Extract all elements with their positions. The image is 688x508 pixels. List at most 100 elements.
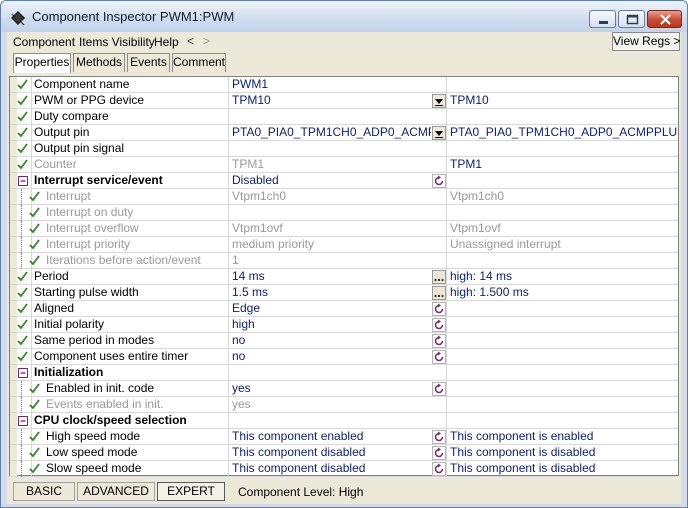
property-row[interactable]: Duty compare: [10, 109, 678, 125]
property-value[interactable]: This component disabled: [229, 461, 431, 476]
group-row[interactable]: CPU clock/speed selection: [10, 413, 678, 429]
property-value[interactable]: no: [229, 349, 431, 364]
check-icon[interactable]: [28, 205, 42, 220]
property-value[interactable]: no: [229, 333, 431, 348]
property-row[interactable]: Same period in modes no: [10, 333, 678, 349]
property-row[interactable]: Aligned Edge: [10, 301, 678, 317]
property-value[interactable]: high: [229, 317, 431, 332]
property-value[interactable]: Edge: [229, 301, 431, 316]
property-value[interactable]: [229, 109, 447, 124]
property-value[interactable]: This component enabled: [229, 429, 431, 444]
maximize-button[interactable]: [618, 10, 645, 28]
group-row[interactable]: Interrupt service/event Disabled: [10, 173, 678, 189]
property-row[interactable]: Period 14 ms high: 14 ms: [10, 269, 678, 285]
dropdown-arrow-icon[interactable]: [432, 126, 446, 140]
ellipsis-icon[interactable]: [432, 270, 446, 284]
tab-methods[interactable]: Methods: [73, 53, 125, 72]
check-icon[interactable]: [28, 445, 42, 460]
property-value[interactable]: 1.5 ms: [229, 285, 431, 300]
check-icon[interactable]: [28, 253, 42, 268]
property-row[interactable]: Interrupt priority medium priority Unassig…: [10, 237, 678, 253]
check-icon[interactable]: [16, 349, 30, 364]
check-icon[interactable]: [28, 381, 42, 396]
tab-properties[interactable]: Properties: [13, 53, 71, 73]
cycle-value-icon[interactable]: [432, 350, 446, 364]
property-row[interactable]: Component uses entire timer no: [10, 349, 678, 365]
property-value[interactable]: PTA0_PIA0_TPM1CH0_ADP0_ACMPPLU: [229, 125, 431, 140]
property-row[interactable]: Component name PWM1: [10, 77, 678, 93]
cycle-value-icon[interactable]: [432, 382, 446, 396]
check-icon[interactable]: [16, 285, 30, 300]
check-icon[interactable]: [16, 141, 30, 156]
cycle-value-icon[interactable]: [432, 318, 446, 332]
cycle-value-icon[interactable]: [432, 430, 446, 444]
level-basic-button[interactable]: BASIC: [13, 482, 75, 501]
level-expert-button[interactable]: EXPERT: [157, 482, 225, 501]
title-bar[interactable]: Component Inspector PWM1:PWM: [1, 1, 687, 32]
property-row[interactable]: Output pin signal: [10, 141, 678, 157]
check-icon[interactable]: [16, 93, 30, 108]
check-icon[interactable]: [16, 77, 30, 92]
tab-comment[interactable]: Comment: [172, 53, 226, 72]
collapse-toggle-icon[interactable]: [16, 413, 30, 428]
property-value[interactable]: TPM10: [229, 93, 431, 108]
check-icon[interactable]: [16, 317, 30, 332]
property-row[interactable]: High speed mode This component enabled Thi…: [10, 429, 678, 445]
cycle-value-icon[interactable]: [432, 302, 446, 316]
property-row[interactable]: Interrupt on duty: [10, 205, 678, 221]
property-row[interactable]: Slow speed mode This component disabled Th…: [10, 461, 678, 477]
cycle-value-icon[interactable]: [432, 174, 446, 188]
property-row[interactable]: Low speed mode This component disabled Thi…: [10, 445, 678, 461]
collapse-toggle-icon[interactable]: [16, 365, 30, 380]
property-value[interactable]: This component disabled: [229, 445, 431, 460]
menu-help[interactable]: Help: [154, 35, 179, 49]
ellipsis-icon[interactable]: [432, 286, 446, 300]
view-regs-button[interactable]: View Regs >: [612, 32, 680, 51]
menu-items-visibility[interactable]: Items Visibility: [79, 35, 155, 49]
property-value[interactable]: [229, 365, 447, 380]
check-icon[interactable]: [28, 429, 42, 444]
level-advanced-button[interactable]: ADVANCED: [77, 482, 155, 501]
property-value[interactable]: [229, 413, 447, 428]
property-value[interactable]: yes: [229, 381, 431, 396]
check-icon[interactable]: [16, 125, 30, 140]
check-icon[interactable]: [16, 109, 30, 124]
check-icon[interactable]: [28, 221, 42, 236]
check-icon[interactable]: [16, 157, 30, 172]
tab-events[interactable]: Events: [127, 53, 170, 72]
cycle-value-icon[interactable]: [432, 334, 446, 348]
check-icon[interactable]: [16, 269, 30, 284]
check-icon[interactable]: [28, 461, 42, 476]
property-value[interactable]: [229, 141, 447, 156]
property-value[interactable]: PWM1: [229, 77, 447, 92]
cycle-value-icon[interactable]: [432, 446, 446, 460]
back-arrow[interactable]: <: [187, 34, 194, 48]
property-row[interactable]: Interrupt overflow Vtpm1ovf Vtpm1ovf: [10, 221, 678, 237]
cycle-value-icon[interactable]: [432, 462, 446, 476]
property-row[interactable]: Counter TPM1 TPM1: [10, 157, 678, 173]
property-row[interactable]: Events enabled in init. yes: [10, 397, 678, 413]
grid-divider: [31, 125, 32, 141]
group-row[interactable]: Initialization: [10, 365, 678, 381]
menu-component[interactable]: Component: [13, 35, 75, 49]
check-icon[interactable]: [28, 237, 42, 252]
minimize-button[interactable]: [589, 10, 616, 28]
property-row[interactable]: PWM or PPG device TPM10 TPM10: [10, 93, 678, 109]
property-row[interactable]: Output pin PTA0_PIA0_TPM1CH0_ADP0_ACMPPLU…: [10, 125, 678, 141]
collapse-toggle-icon[interactable]: [16, 173, 30, 188]
property-row[interactable]: Iterations before action/event 1: [10, 253, 678, 269]
property-row[interactable]: Initial polarity high: [10, 317, 678, 333]
close-button[interactable]: [647, 10, 682, 28]
check-icon[interactable]: [28, 397, 42, 412]
property-value[interactable]: Disabled: [229, 173, 431, 188]
forward-arrow[interactable]: >: [203, 34, 210, 48]
check-icon[interactable]: [16, 333, 30, 348]
check-icon[interactable]: [16, 301, 30, 316]
property-row[interactable]: Interrupt Vtpm1ch0 Vtpm1ch0: [10, 189, 678, 205]
property-row[interactable]: Starting pulse width 1.5 ms high: 1.500 ms: [10, 285, 678, 301]
property-row[interactable]: Enabled in init. code yes: [10, 381, 678, 397]
check-icon[interactable]: [28, 189, 42, 204]
dropdown-arrow-icon[interactable]: [432, 94, 446, 108]
property-value[interactable]: 14 ms: [229, 269, 431, 284]
property-info: [447, 253, 678, 268]
